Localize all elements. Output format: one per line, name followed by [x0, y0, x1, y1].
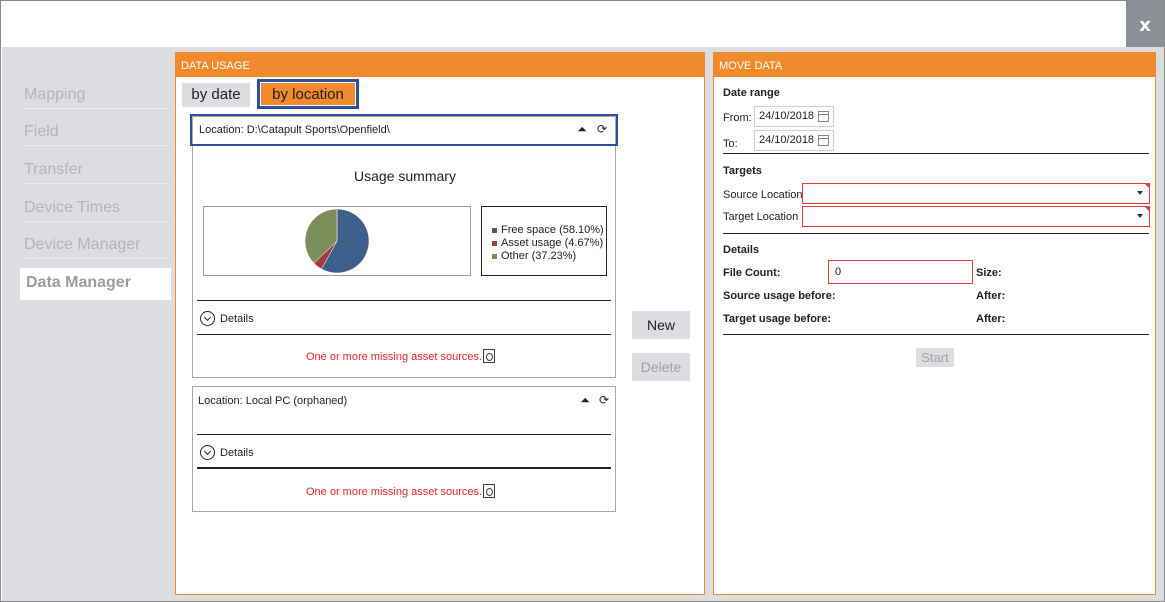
location-bar: Location: D:\Catapult Sports\Openfield\ … [190, 114, 618, 146]
source-location-select[interactable] [802, 183, 1150, 204]
clean-icon[interactable]: ⏶ [574, 121, 590, 137]
sidebar-item-transfer[interactable]: Transfer [24, 161, 170, 184]
calendar-icon[interactable] [818, 111, 829, 122]
legend-item: Other (37.23%) [492, 250, 604, 263]
chevron-down-icon [200, 311, 215, 326]
refresh-icon[interactable]: ⟳ [596, 392, 612, 408]
divider [197, 300, 611, 301]
clean-icon[interactable]: ⏶ [577, 392, 593, 408]
to-date-input[interactable]: 24/10/2018 [754, 130, 834, 151]
source-usage-label: Source usage before: [723, 290, 836, 302]
sidebar: Mapping Field Transfer Device Times Devi… [2, 47, 171, 601]
source-location-label: Source Location [723, 189, 803, 201]
sidebar-item-device-manager[interactable]: Device Manager [24, 236, 170, 259]
divider [197, 467, 611, 469]
divider [197, 334, 611, 335]
target-location-select[interactable] [802, 206, 1150, 227]
size-label: Size: [976, 267, 1002, 279]
legend-swatch [492, 254, 497, 259]
chevron-down-icon [200, 445, 215, 460]
sidebar-item-data-manager[interactable]: Data Manager [20, 268, 171, 300]
to-date-value: 24/10/2018 [759, 134, 815, 146]
sidebar-item-mapping[interactable]: Mapping [24, 86, 170, 109]
file-count-field[interactable]: 0 [828, 260, 973, 284]
missing-sources-warning: One or more missing asset sources. [306, 486, 483, 498]
details-toggle[interactable]: Details [200, 311, 254, 326]
chevron-down-icon [1137, 191, 1143, 195]
document-search-icon[interactable] [483, 349, 495, 363]
details-label: Details [220, 446, 254, 459]
details-toggle[interactable]: Details [200, 445, 254, 460]
legend-swatch [492, 241, 497, 246]
data-usage-header: DATA USAGE [176, 53, 704, 77]
tab-by-date[interactable]: by date [182, 83, 250, 107]
usage-summary-title: Usage summary [354, 168, 456, 184]
validation-marker [1144, 183, 1150, 189]
start-button[interactable]: Start [916, 348, 954, 367]
divider [197, 434, 611, 435]
divider [723, 153, 1149, 154]
divider [723, 233, 1149, 234]
legend-item: Free space (58.10%) [492, 224, 604, 237]
legend-swatch [492, 228, 497, 233]
location-card-openfield: Location: D:\Catapult Sports\Openfield\ … [190, 114, 618, 378]
chart-legend: Free space (58.10%) Asset usage (4.67%) Ot… [481, 206, 607, 276]
data-usage-panel: DATA USAGE by date by location Location:… [175, 52, 705, 595]
usage-pie-chart [304, 208, 370, 274]
main-area: DATA USAGE by date by location Location:… [171, 47, 1164, 601]
calendar-icon[interactable] [818, 135, 829, 146]
data-manager-window: x Mapping Field Transfer Device Times De… [0, 0, 1165, 602]
location-path: Location: Local PC (orphaned) [198, 395, 348, 407]
chevron-down-icon [1137, 214, 1143, 218]
missing-sources-warning: One or more missing asset sources. [306, 351, 483, 363]
location-bar: Location: Local PC (orphaned) ⏶ ⟳ [193, 387, 615, 415]
legend-label: Other (37.23%) [501, 250, 577, 262]
divider [723, 334, 1149, 335]
delete-button[interactable]: Delete [632, 353, 690, 381]
date-range-heading: Date range [723, 87, 780, 99]
target-after-label: After: [976, 313, 1006, 325]
sidebar-item-device-times[interactable]: Device Times [24, 199, 170, 222]
close-button[interactable]: x [1126, 1, 1164, 47]
move-data-panel: MOVE DATA Date range From: 24/10/2018 To… [713, 52, 1156, 595]
legend-label: Free space (58.10%) [501, 224, 604, 236]
legend-label: Asset usage (4.67%) [501, 237, 604, 249]
targets-heading: Targets [723, 165, 762, 177]
from-date-value: 24/10/2018 [759, 110, 815, 122]
move-data-header: MOVE DATA [714, 53, 1155, 77]
new-button[interactable]: New [632, 311, 690, 339]
pie-chart-box [203, 206, 471, 276]
details-heading: Details [723, 244, 760, 256]
to-label: To: [723, 138, 738, 150]
file-count-label: File Count: [723, 267, 781, 279]
refresh-icon[interactable]: ⟳ [594, 121, 610, 137]
source-after-label: After: [976, 290, 1006, 302]
document-search-icon[interactable] [483, 484, 495, 498]
from-label: From: [723, 112, 752, 124]
location-path: Location: D:\Catapult Sports\Openfield\ [199, 124, 390, 136]
tab-by-location[interactable]: by location [260, 82, 356, 106]
validation-marker [1144, 206, 1150, 212]
location-card-local-pc: Location: Local PC (orphaned) ⏶ ⟳ Detail… [192, 386, 616, 512]
legend-item: Asset usage (4.67%) [492, 237, 604, 250]
sidebar-item-field[interactable]: Field [24, 123, 170, 146]
title-bar: x [1, 1, 1164, 47]
from-date-input[interactable]: 24/10/2018 [754, 106, 834, 127]
target-location-label: Target Location [723, 211, 799, 223]
target-usage-label: Target usage before: [723, 313, 831, 325]
details-label: Details [220, 312, 254, 325]
